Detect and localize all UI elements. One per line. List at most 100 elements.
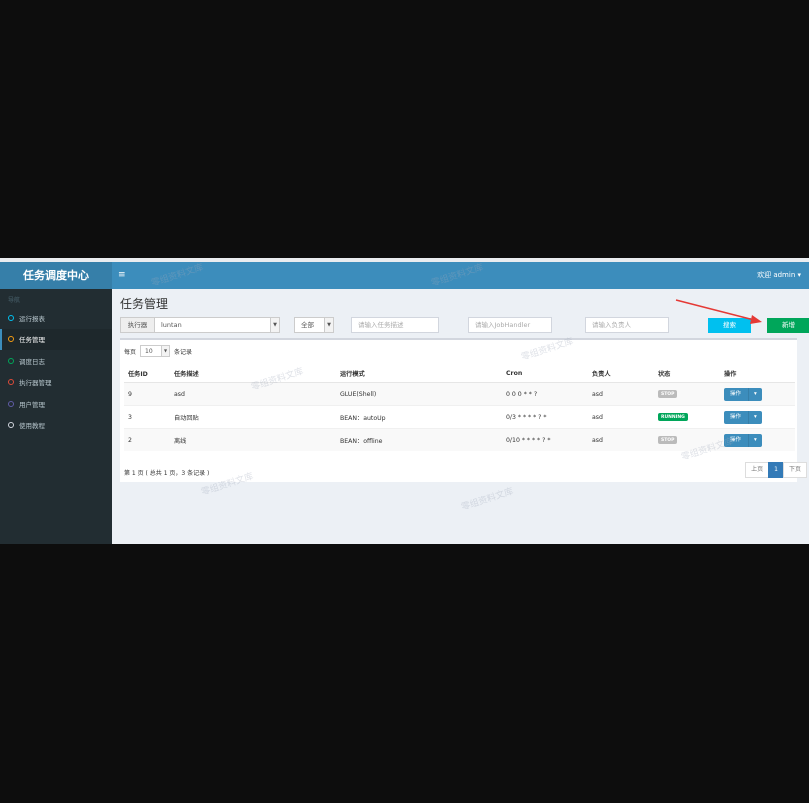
- caret-down-icon: ▾: [754, 413, 757, 420]
- cell-action: 操作 ▾: [720, 405, 795, 429]
- page-size-control: 每页 10 ▼ 条记录: [124, 344, 192, 358]
- cell-id: 3: [124, 405, 170, 429]
- cell-desc: 离线: [170, 428, 336, 451]
- cell-cron: 0 0 0 * * ?: [502, 382, 588, 406]
- action-dropdown-button[interactable]: 操作 ▾: [724, 410, 762, 424]
- cell-mode: BEAN：offline: [336, 428, 502, 451]
- cell-mode: GLUE(Shell): [336, 382, 502, 406]
- next-page-button[interactable]: 下页: [782, 462, 807, 478]
- executor-select[interactable]: luntan ▼: [154, 317, 280, 333]
- author-placeholder: 请输入负责人: [592, 321, 631, 329]
- sidebar-item-report[interactable]: 运行报表: [0, 307, 112, 329]
- cell-action: 操作 ▾: [720, 428, 795, 451]
- circle-icon: [8, 379, 14, 386]
- circle-icon: [8, 336, 14, 343]
- circle-icon: [8, 314, 14, 321]
- action-dropdown-button[interactable]: 操作 ▾: [724, 387, 762, 401]
- chevron-down-icon: ▼: [324, 318, 333, 332]
- cell-id: 2: [124, 428, 170, 451]
- cell-action: 操作 ▾: [720, 382, 795, 406]
- table-header-row: 任务ID 任务描述 运行模式 Cron 负责人 状态 操作: [124, 364, 795, 383]
- page-size-suffix: 条记录: [174, 348, 193, 356]
- action-dropdown-button[interactable]: 操作 ▾: [724, 433, 762, 447]
- main-content: 任务管理 执行器 luntan ▼ 全部 ▼ 请输入任务描述 请输入JobHan…: [112, 289, 809, 544]
- action-label: 操作: [724, 433, 750, 447]
- sidebar-item-label: 调度日志: [19, 357, 45, 366]
- chevron-down-icon: ▼: [270, 318, 279, 332]
- job-table-box: 每页 10 ▼ 条记录 任务ID 任务描述 运行模式 Cron 负责人 状态 操…: [120, 338, 807, 482]
- caret-down-icon: ▾: [754, 390, 757, 397]
- action-label: 操作: [724, 387, 750, 401]
- table-row: 2 离线 BEAN：offline 0/10 * * * * ? * asd S…: [124, 428, 795, 451]
- page-size-select[interactable]: 10 ▼: [140, 345, 171, 357]
- circle-icon: [8, 422, 14, 429]
- status-badge: STOP: [658, 436, 678, 445]
- table-row: 9 asd GLUE(Shell) 0 0 0 * * ? asd STOP 操…: [124, 382, 795, 406]
- sidebar-item-label: 运行报表: [19, 314, 45, 323]
- cell-author: asd: [588, 382, 654, 406]
- cell-status: RUNNING: [654, 405, 720, 429]
- column-header[interactable]: 任务ID: [124, 364, 170, 383]
- cell-desc: 自动回贴: [170, 405, 336, 429]
- status-badge: RUNNING: [658, 413, 688, 422]
- action-label: 操作: [724, 410, 750, 424]
- page-size-value: 10: [145, 348, 153, 355]
- sidebar-item-users[interactable]: 用户管理: [0, 393, 112, 415]
- table-row: 3 自动回贴 BEAN：autoUp 0/3 * * * * ? * asd R…: [124, 405, 795, 429]
- sidebar-item-label: 执行器管理: [19, 379, 52, 388]
- cell-status: STOP: [654, 428, 720, 451]
- page-title: 任务管理: [120, 297, 169, 311]
- column-header: 操作: [720, 364, 795, 383]
- sidebar-item-tutorial[interactable]: 使用教程: [0, 415, 112, 437]
- pagination-info: 第 1 页 ( 总共 1 页，3 条记录 ): [124, 470, 210, 477]
- executor-select-value: luntan: [161, 321, 182, 329]
- page-size-prefix: 每页: [124, 348, 137, 356]
- filter-bar: 执行器 luntan ▼ 全部 ▼ 请输入任务描述 请输入JobHandler …: [120, 317, 809, 333]
- jobhandler-input[interactable]: 请输入JobHandler: [468, 317, 552, 333]
- search-button[interactable]: 搜索: [708, 318, 751, 333]
- column-header[interactable]: Cron: [502, 364, 588, 383]
- column-header[interactable]: 任务描述: [170, 364, 336, 383]
- cell-author: asd: [588, 405, 654, 429]
- cell-cron: 0/10 * * * * ? *: [502, 428, 588, 451]
- job-desc-input[interactable]: 请输入任务描述: [351, 317, 439, 333]
- sidebar: 导航 运行报表 任务管理 调度日志 执行器管理 用户管理 使用教程: [0, 289, 112, 544]
- circle-icon: [8, 357, 14, 364]
- status-select[interactable]: 全部 ▼: [294, 317, 334, 333]
- app-window: 任务调度中心 ≡ 欢迎 admin ▾ 导航 运行报表 任务管理 调度日志 执行…: [0, 262, 809, 544]
- sidebar-item-executors[interactable]: 执行器管理: [0, 372, 112, 394]
- cell-author: asd: [588, 428, 654, 451]
- sidebar-item-label: 用户管理: [19, 400, 45, 409]
- sidebar-item-label: 使用教程: [19, 422, 45, 431]
- job-table: 任务ID 任务描述 运行模式 Cron 负责人 状态 操作 9 asd GLUE…: [124, 364, 795, 451]
- cell-id: 9: [124, 382, 170, 406]
- sidebar-item-logs[interactable]: 调度日志: [0, 350, 112, 372]
- add-job-button[interactable]: 新增: [767, 318, 809, 333]
- cell-status: STOP: [654, 382, 720, 406]
- column-header[interactable]: 负责人: [588, 364, 654, 383]
- caret-down-icon: ▾: [754, 436, 757, 443]
- app-brand[interactable]: 任务调度中心: [0, 262, 112, 289]
- user-menu[interactable]: 欢迎 admin ▾: [757, 262, 801, 289]
- page-1-button[interactable]: 1: [768, 462, 784, 478]
- cell-cron: 0/3 * * * * ? *: [502, 405, 588, 429]
- author-input[interactable]: 请输入负责人: [585, 317, 669, 333]
- column-header[interactable]: 状态: [654, 364, 720, 383]
- circle-icon: [8, 400, 14, 407]
- sidebar-item-label: 任务管理: [19, 336, 45, 345]
- column-header[interactable]: 运行模式: [336, 364, 502, 383]
- sidebar-section-label: 导航: [8, 297, 21, 304]
- status-badge: STOP: [658, 390, 678, 399]
- top-navbar: 任务调度中心 ≡ 欢迎 admin ▾: [0, 262, 809, 289]
- prev-page-button[interactable]: 上页: [745, 462, 770, 478]
- pagination: 上页 1 下页: [745, 462, 807, 478]
- chevron-down-icon: ▼: [161, 346, 170, 356]
- job-desc-placeholder: 请输入任务描述: [358, 321, 404, 329]
- menu-toggle-icon[interactable]: ≡: [118, 262, 126, 289]
- cell-desc: asd: [170, 382, 336, 406]
- cell-mode: BEAN：autoUp: [336, 405, 502, 429]
- executor-label: 执行器: [120, 317, 155, 333]
- status-select-value: 全部: [301, 321, 314, 329]
- jobhandler-placeholder: 请输入JobHandler: [475, 321, 531, 329]
- sidebar-item-jobs[interactable]: 任务管理: [0, 328, 112, 350]
